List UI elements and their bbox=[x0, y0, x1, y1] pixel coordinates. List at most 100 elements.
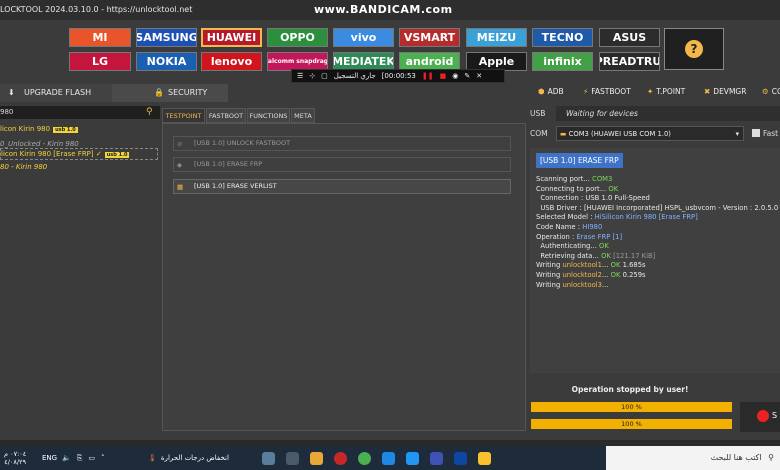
brand-vivo-button[interactable]: vivo bbox=[333, 28, 394, 47]
log-line: USB Driver : [HUAWEI Incorporated] HSPL_… bbox=[536, 203, 779, 212]
com-port-select[interactable]: ▬ COM3 (HUAWEI USB COM 1.0) ▾ bbox=[556, 126, 744, 141]
brand-spreadtrum-button[interactable]: SPREADTRUM bbox=[599, 52, 660, 71]
list-item[interactable]: 80 - Kirin 980 bbox=[0, 162, 47, 172]
brand-nokia-button[interactable]: NOKIA bbox=[136, 52, 197, 71]
log-line: Connecting to port... OK bbox=[536, 184, 619, 193]
upgrade-arrow-icon: ⬇ bbox=[8, 88, 15, 97]
media-app-icon[interactable] bbox=[286, 451, 299, 465]
volume-icon[interactable]: 🔈 bbox=[62, 454, 71, 462]
help-app-icon[interactable] bbox=[262, 451, 275, 465]
usb-label: USB bbox=[530, 109, 546, 118]
tab-fastboot-right[interactable]: ⚡ FASTBOOT bbox=[583, 84, 631, 99]
pin-icon: ✦ bbox=[647, 87, 654, 96]
tab-config[interactable]: ⚙ CO bbox=[762, 84, 780, 99]
search-input[interactable]: 980 bbox=[0, 106, 13, 119]
pause-icon[interactable]: ❚❚ bbox=[422, 72, 434, 80]
recorder-toolbar: ☰ ⊹ ▢ جاري التسجيل [00:00:53 ❚❚ ■ ◉ ✎ ✕ bbox=[291, 69, 505, 83]
log-line: Authenticating... OK bbox=[536, 242, 609, 251]
log-line: Connection : USB 1.0 Full-Speed bbox=[536, 194, 650, 203]
edge-icon[interactable] bbox=[382, 451, 395, 465]
brand-asus-button[interactable]: ASUS bbox=[599, 28, 660, 47]
brand-huawei-button[interactable]: HUAWEI bbox=[201, 28, 262, 47]
camera-icon[interactable]: ◉ bbox=[452, 72, 458, 80]
brand-samsung-button[interactable]: SAMSUNG bbox=[136, 28, 197, 47]
model-list: licon Kirin 980 usb 1.0 0_Unlocked - Kiri… bbox=[0, 122, 160, 442]
menu-icon[interactable]: ☰ bbox=[297, 72, 303, 80]
tab-testpoint[interactable]: TESTPOINT bbox=[162, 108, 205, 123]
pen-icon[interactable]: ✎ bbox=[464, 72, 470, 80]
brand-lenovo-button[interactable]: lenovo bbox=[201, 52, 262, 71]
edge-dev-icon[interactable] bbox=[454, 451, 467, 465]
resize-icon[interactable]: ⊹ bbox=[309, 72, 315, 80]
tab-adb[interactable]: ⬢ ADB bbox=[538, 84, 564, 99]
brand-tecno-button[interactable]: TECNO bbox=[532, 28, 593, 47]
battery-icon[interactable]: ▭ bbox=[88, 454, 95, 462]
folder-icon[interactable] bbox=[478, 451, 491, 465]
gear-icon: ⚙ bbox=[762, 87, 769, 96]
network-icon[interactable]: ⎘ bbox=[77, 454, 83, 463]
android-icon: ⬢ bbox=[538, 87, 545, 96]
tab-security[interactable]: 🔒 SECURITY bbox=[112, 84, 228, 102]
brand-oppo-button[interactable]: OPPO bbox=[267, 28, 328, 47]
stop-icon[interactable]: ■ bbox=[440, 72, 447, 80]
weather-widget[interactable]: 🌡 انخفاض درجات الحرارة bbox=[148, 446, 229, 470]
com-label: COM bbox=[530, 129, 548, 138]
progress-bar-1: 100 % bbox=[531, 402, 732, 412]
taskbar-apps bbox=[262, 446, 491, 470]
log-line: Operation : Erase FRP [1] bbox=[536, 232, 623, 241]
list-item-selected[interactable]: licon Kirin 980 [Erase FRP] ✓ usb 1.0 bbox=[0, 148, 158, 160]
help-button[interactable]: ? bbox=[664, 28, 724, 70]
taskbar: ٠٧:٠٤ م ٤/٠٨/٢٩ ENG 🔈 ⎘ ▭ ˄ 🌡 انخفاض درج… bbox=[0, 446, 780, 470]
erase-frp-button[interactable]: ◆ [USB 1.0] ERASE FRP bbox=[173, 157, 511, 172]
brand-meizu-button[interactable]: MEIZU bbox=[466, 28, 527, 47]
frame-icon[interactable]: ▢ bbox=[321, 72, 328, 80]
tab-meta[interactable]: META bbox=[291, 108, 315, 123]
tab-devmgr[interactable]: ✖ DEVMGR bbox=[704, 84, 746, 99]
tab-functions[interactable]: FUNCTIONS bbox=[247, 108, 290, 123]
fast-label: Fast bbox=[763, 129, 779, 138]
tools-icon: ✖ bbox=[704, 87, 711, 96]
fast-checkbox[interactable] bbox=[752, 129, 760, 137]
bandicam-app-icon[interactable] bbox=[334, 451, 347, 465]
brand-mi-button[interactable]: MI bbox=[69, 28, 131, 47]
bandicam-watermark: www.BANDICAM.com bbox=[314, 3, 453, 16]
list-item[interactable]: licon Kirin 980 usb 1.0 bbox=[0, 124, 78, 134]
unlocktool-app-icon[interactable] bbox=[310, 451, 323, 465]
log-line: Scanning port... COM3 bbox=[536, 175, 613, 183]
unlock-fastboot-button[interactable]: ⊘ [USB 1.0] UNLOCK FASTBOOT bbox=[173, 136, 511, 151]
port-icon: ▬ bbox=[560, 130, 567, 138]
erase-verlist-button[interactable]: ▦ [USB 1.0] ERASE VERLIST bbox=[173, 179, 511, 194]
recording-label: جاري التسجيل bbox=[333, 72, 376, 80]
brand-infinix-button[interactable]: infinix bbox=[532, 52, 593, 71]
brand-vsmart-button[interactable]: VSMART bbox=[399, 28, 460, 47]
help-icon: ? bbox=[685, 40, 703, 58]
log-line: Retrieving data... OK [121.17 KiB] bbox=[536, 251, 656, 260]
chevron-up-icon[interactable]: ˄ bbox=[101, 454, 105, 462]
stop-button[interactable]: S bbox=[740, 402, 780, 432]
tab-upgrade-flash[interactable]: ⬇ UPGRADE FLASH bbox=[0, 84, 112, 102]
clock[interactable]: ٠٧:٠٤ م ٤/٠٨/٢٩ bbox=[4, 446, 26, 470]
model-search[interactable]: 980 ⚲ bbox=[0, 106, 160, 119]
search-icon: ⚲ bbox=[768, 453, 774, 462]
stop-record-icon bbox=[757, 410, 769, 422]
tab-fastboot[interactable]: FASTBOOT bbox=[206, 108, 246, 123]
log-panel: [USB 1.0] ERASE FRP Scanning port... COM… bbox=[530, 148, 780, 373]
language-indicator[interactable]: ENG bbox=[42, 446, 57, 470]
usb-row: USB Waiting for devices bbox=[530, 106, 780, 121]
brand-lg-button[interactable]: LG bbox=[69, 52, 131, 71]
tray-icons: 🔈 ⎘ ▭ ˄ bbox=[62, 446, 104, 470]
search-icon[interactable]: ⚲ bbox=[146, 106, 153, 119]
chrome-icon[interactable] bbox=[358, 451, 371, 465]
mail-icon[interactable] bbox=[406, 451, 419, 465]
chevron-down-icon: ▾ bbox=[735, 130, 739, 138]
bolt-icon: ⚡ bbox=[583, 87, 589, 96]
recording-time: [00:00:53 bbox=[381, 72, 416, 80]
log-line: Writing unlocktool3... bbox=[536, 280, 609, 289]
taskbar-search-input[interactable]: اكتب هنا للبحث ⚲ bbox=[606, 446, 780, 470]
usb-status: Waiting for devices bbox=[566, 109, 638, 118]
tab-tpoint[interactable]: ✦ T.POINT bbox=[647, 84, 685, 99]
store-icon[interactable] bbox=[430, 451, 443, 465]
right-tabs: ⬢ ADB ⚡ FASTBOOT ✦ T.POINT ✖ DEVMGR ⚙ CO bbox=[530, 84, 780, 99]
diamond-icon: ◆ bbox=[177, 161, 182, 169]
close-icon[interactable]: ✕ bbox=[476, 72, 482, 80]
